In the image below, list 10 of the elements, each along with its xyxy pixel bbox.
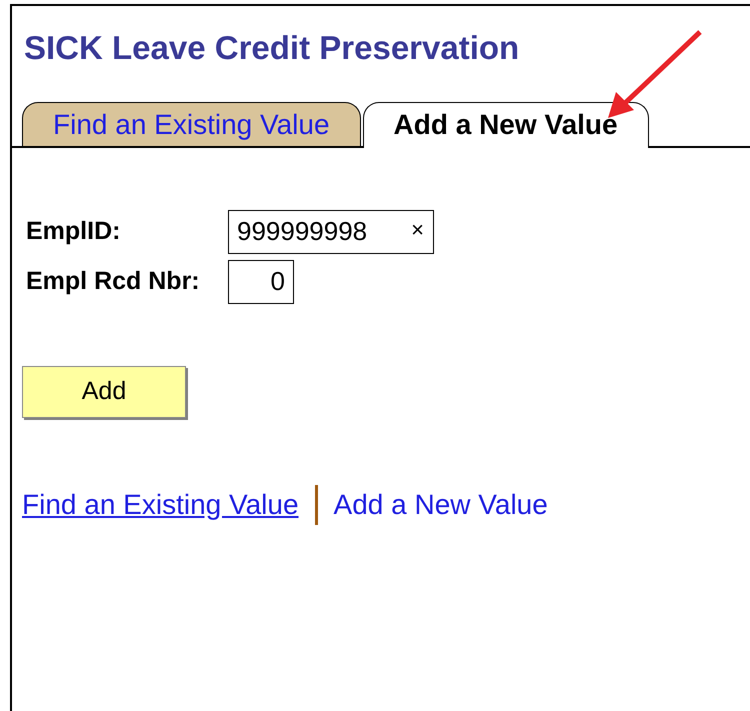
- tab[interactable]: Find an Existing Value: [22, 102, 361, 146]
- page-title: SICK Leave Credit Preservation: [23, 28, 520, 68]
- link[interactable]: Find an Existing Value: [22, 484, 299, 526]
- clear-button[interactable]: ×: [411, 218, 424, 241]
- link[interactable]: Add a New Value: [334, 484, 548, 526]
- field-label: Empl Rcd Nbr:: [26, 266, 201, 297]
- input-field[interactable]: 0: [228, 260, 294, 304]
- tab[interactable]: Add a New Value: [362, 102, 649, 148]
- add-button[interactable]: Add: [22, 366, 186, 418]
- field-label: EmplID:: [26, 216, 122, 247]
